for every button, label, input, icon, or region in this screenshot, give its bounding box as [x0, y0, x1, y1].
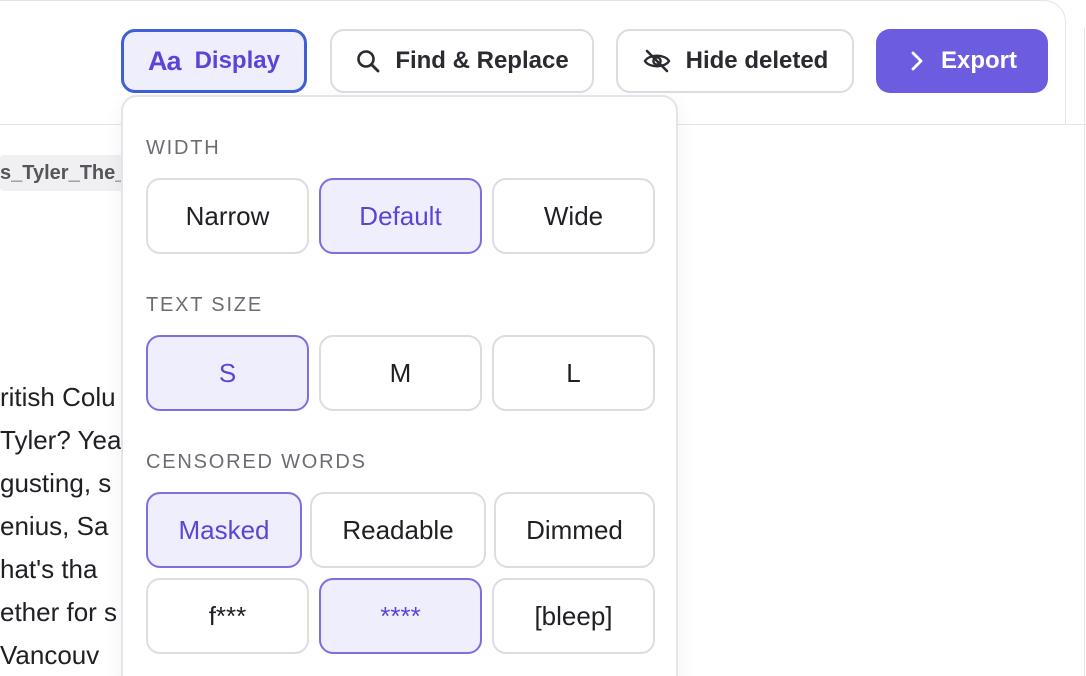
censor-style-partial[interactable]: f***	[146, 578, 309, 654]
find-replace-label: Find & Replace	[395, 47, 569, 74]
text-size-option-s[interactable]: S	[146, 335, 309, 411]
censor-style-bleep[interactable]: [bleep]	[492, 578, 655, 654]
transcript-text: ritish Colu Tyler? Yea gusting, s enius,…	[0, 376, 130, 676]
text-size-option-m[interactable]: M	[319, 335, 482, 411]
content-frame-edge	[1084, 28, 1085, 676]
transcript-line: gusting, s	[0, 468, 112, 498]
text-size-icon: Aa	[148, 45, 182, 76]
transcript-line: hat's tha	[0, 554, 98, 584]
censor-mode-dimmed[interactable]: Dimmed	[494, 492, 655, 568]
display-settings-popover: WIDTH Narrow Default Wide TEXT SIZE S M …	[121, 95, 678, 676]
transcript-line: Tyler? Yea	[0, 425, 122, 455]
censor-style-asterisks[interactable]: ****	[319, 578, 482, 654]
text-size-option-l[interactable]: L	[492, 335, 655, 411]
width-option-default[interactable]: Default	[319, 178, 482, 254]
find-replace-button[interactable]: Find & Replace	[330, 29, 594, 93]
export-button-label: Export	[940, 47, 1017, 74]
search-icon	[355, 48, 381, 74]
width-section-label: WIDTH	[146, 137, 221, 159]
censored-words-section-label: CENSORED WORDS	[146, 451, 367, 473]
hide-deleted-label: Hide deleted	[685, 47, 829, 74]
chevron-right-icon	[907, 50, 927, 72]
text-size-section-label: TEXT SIZE	[146, 294, 263, 316]
transcript-line: Vancouv	[0, 640, 100, 670]
censor-mode-readable[interactable]: Readable	[310, 492, 486, 568]
censor-mode-masked[interactable]: Masked	[146, 492, 302, 568]
editor-page: Aa Display Find & Replace Hide deleted E…	[0, 0, 1086, 676]
display-button-label: Display	[194, 47, 280, 74]
eye-off-icon	[642, 48, 672, 74]
transcript-line: ether for s	[0, 597, 118, 627]
export-button[interactable]: Export	[876, 29, 1048, 93]
width-option-wide[interactable]: Wide	[492, 178, 655, 254]
hide-deleted-button[interactable]: Hide deleted	[616, 29, 854, 93]
display-button[interactable]: Aa Display	[121, 29, 307, 93]
transcript-line: ritish Colu	[0, 382, 116, 412]
width-option-narrow[interactable]: Narrow	[146, 178, 309, 254]
transcript-line: enius, Sa	[0, 511, 109, 541]
